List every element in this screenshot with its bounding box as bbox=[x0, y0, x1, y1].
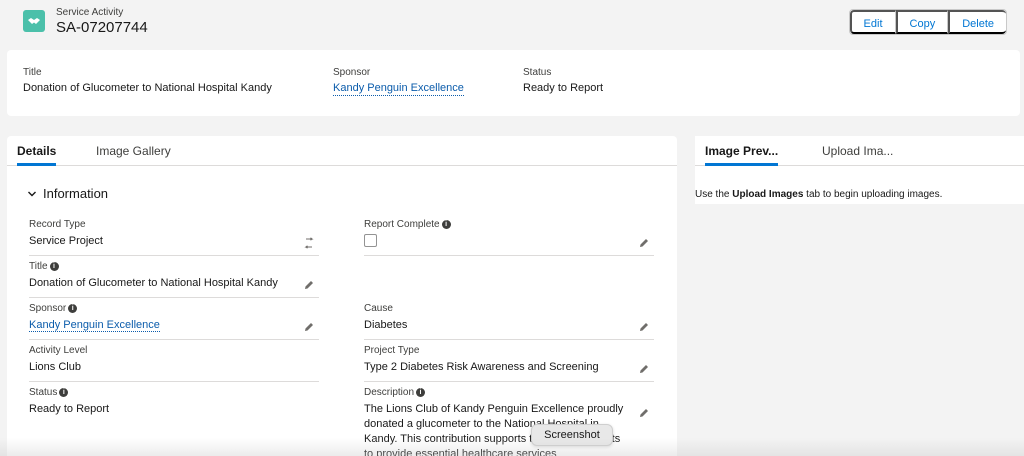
highlights-panel: Title Donation of Glucometer to National… bbox=[7, 50, 1020, 116]
sponsor-link[interactable]: Kandy Penguin Excellence bbox=[29, 319, 160, 332]
info-icon[interactable]: i bbox=[416, 388, 426, 397]
info-icon[interactable]: i bbox=[49, 262, 59, 271]
info-icon[interactable]: i bbox=[441, 220, 451, 229]
change-record-type-icon[interactable] bbox=[303, 237, 315, 249]
info-icon[interactable]: i bbox=[68, 304, 78, 313]
object-type-label: Service Activity bbox=[56, 7, 124, 18]
field-label: Record Type bbox=[29, 219, 86, 230]
main-tab-bar: Details Image Gallery bbox=[7, 136, 677, 166]
field-description: Description i The Lions Club of Kandy Pen… bbox=[364, 387, 654, 456]
tab-image-preview[interactable]: Image Prev... bbox=[705, 144, 779, 166]
tab-image-gallery[interactable]: Image Gallery bbox=[96, 144, 171, 166]
field-label: Report Complete bbox=[364, 219, 440, 230]
field-status: Status i Ready to Report bbox=[29, 387, 319, 424]
field-value: Lions Club bbox=[29, 361, 81, 373]
pencil-icon[interactable] bbox=[638, 363, 650, 375]
action-button-group: Edit Copy Delete bbox=[848, 9, 1007, 35]
image-side-panel: Image Prev... Upload Ima... Use the Uplo… bbox=[695, 136, 1024, 204]
pencil-icon[interactable] bbox=[638, 237, 650, 249]
highlight-status-value: Ready to Report bbox=[523, 82, 604, 94]
info-icon[interactable]: i bbox=[59, 388, 69, 397]
field-label: Description bbox=[364, 387, 415, 398]
field-label: Project Type bbox=[364, 345, 420, 356]
tab-details[interactable]: Details bbox=[17, 144, 57, 166]
pencil-icon[interactable] bbox=[303, 279, 315, 291]
field-title: Title i Donation of Glucometer to Nationa… bbox=[29, 261, 319, 298]
highlight-status-label: Status bbox=[523, 67, 552, 78]
highlight-title: Title Donation of Glucometer to National… bbox=[23, 67, 272, 94]
field-value: Service Project bbox=[29, 235, 103, 247]
details-panel: Details Image Gallery Information Record… bbox=[7, 136, 677, 456]
field-label: Status bbox=[29, 387, 58, 398]
highlight-status: Status Ready to Report bbox=[523, 67, 603, 94]
handshake-icon bbox=[23, 10, 45, 32]
delete-button[interactable]: Delete bbox=[948, 10, 1006, 34]
field-record-type: Record Type Service Project bbox=[29, 219, 319, 256]
tab-upload-images[interactable]: Upload Ima... bbox=[822, 144, 893, 166]
field-project-type: Project Type Type 2 Diabetes Risk Awaren… bbox=[364, 345, 654, 382]
pencil-icon[interactable] bbox=[638, 407, 650, 419]
field-value: Diabetes bbox=[364, 319, 408, 331]
field-report-complete: Report Complete i bbox=[364, 219, 654, 256]
screenshot-tooltip: Screenshot bbox=[531, 424, 613, 446]
highlight-sponsor-label: Sponsor bbox=[333, 67, 371, 78]
field-label: Activity Level bbox=[29, 345, 88, 356]
field-value: Donation of Glucometer to National Hospi… bbox=[29, 277, 278, 289]
copy-button[interactable]: Copy bbox=[895, 10, 949, 34]
field-value: Ready to Report bbox=[29, 403, 110, 415]
field-label: Title bbox=[29, 261, 48, 272]
section-title: Information bbox=[43, 186, 109, 201]
record-header: Service Activity SA-07207744 Edit Copy D… bbox=[0, 0, 1024, 46]
field-value: Type 2 Diabetes Risk Awareness and Scree… bbox=[364, 361, 599, 373]
record-name: SA-07207744 bbox=[56, 19, 148, 36]
edit-button[interactable]: Edit bbox=[849, 10, 896, 34]
side-tab-bar: Image Prev... Upload Ima... bbox=[695, 136, 1024, 166]
field-sponsor: Sponsor i Kandy Penguin Excellence bbox=[29, 303, 319, 340]
chevron-down-icon bbox=[28, 191, 36, 196]
highlight-sponsor: Sponsor Kandy Penguin Excellence bbox=[333, 67, 464, 96]
highlight-title-label: Title bbox=[23, 67, 42, 78]
field-label: Sponsor bbox=[29, 303, 67, 314]
pencil-icon[interactable] bbox=[303, 321, 315, 333]
pencil-icon[interactable] bbox=[638, 321, 650, 333]
report-complete-checkbox[interactable] bbox=[364, 234, 377, 247]
highlight-title-value: Donation of Glucometer to National Hospi… bbox=[23, 82, 272, 94]
field-cause: Cause Diabetes bbox=[364, 303, 654, 340]
upload-instructions: Use the Upload Images tab to begin uploa… bbox=[695, 189, 943, 200]
section-information-header[interactable]: Information bbox=[27, 186, 108, 201]
highlight-sponsor-link[interactable]: Kandy Penguin Excellence bbox=[333, 82, 464, 96]
field-label: Cause bbox=[364, 303, 393, 314]
field-activity-level: Activity Level Lions Club bbox=[29, 345, 319, 382]
